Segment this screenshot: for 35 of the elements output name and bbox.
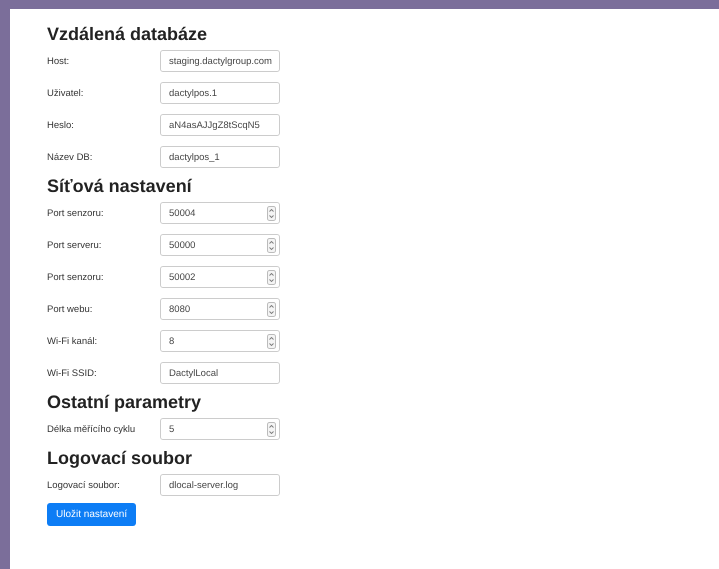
field-label: Délka měřícího cyklu [47,424,136,434]
spinner-icon[interactable] [267,334,276,348]
section-heading: Síťová nastavení [47,175,193,197]
field-label: Port webu: [47,304,94,314]
spinner-icon[interactable] [267,206,276,220]
field-label: Wi-Fi SSID: [47,368,98,378]
spinner-icon[interactable] [267,422,276,436]
field-label: Logovací soubor: [47,480,121,490]
number-field[interactable]: 50000 [160,234,280,256]
number-field[interactable]: 5 [160,418,280,440]
section-heading: Vzdálená databáze [47,23,208,45]
text-field[interactable]: dlocal-server.log [160,474,280,496]
text-field[interactable]: dactylpos_1 [160,146,280,168]
field-label: Wi-Fi kanál: [47,336,98,346]
field-label: Port senzoru: [47,208,104,218]
number-field[interactable]: 50004 [160,202,280,224]
spinner-icon[interactable] [267,302,276,316]
spinner-icon[interactable] [267,270,276,284]
field-label: Port serveru: [47,240,102,250]
text-field[interactable]: aN4asAJJgZ8tScqN5 [160,114,280,136]
text-field[interactable]: DactylLocal [160,362,280,384]
number-field[interactable]: 8 [160,330,280,352]
section-heading: Logovací soubor [47,447,194,469]
text-field[interactable]: dactylpos.1 [160,82,280,104]
save-button[interactable]: Uložit nastavení [47,503,136,526]
spinner-icon[interactable] [267,238,276,252]
field-label: Host: [47,56,70,66]
section-heading: Ostatní parametry [47,391,202,413]
number-field[interactable]: 50002 [160,266,280,288]
field-label: Heslo: [47,120,75,130]
text-field[interactable]: staging.dactylgroup.com [160,50,280,72]
number-field[interactable]: 8080 [160,298,280,320]
field-label: Port senzoru: [47,272,104,282]
field-label: Název DB: [47,152,94,162]
field-label: Uživatel: [47,88,84,98]
